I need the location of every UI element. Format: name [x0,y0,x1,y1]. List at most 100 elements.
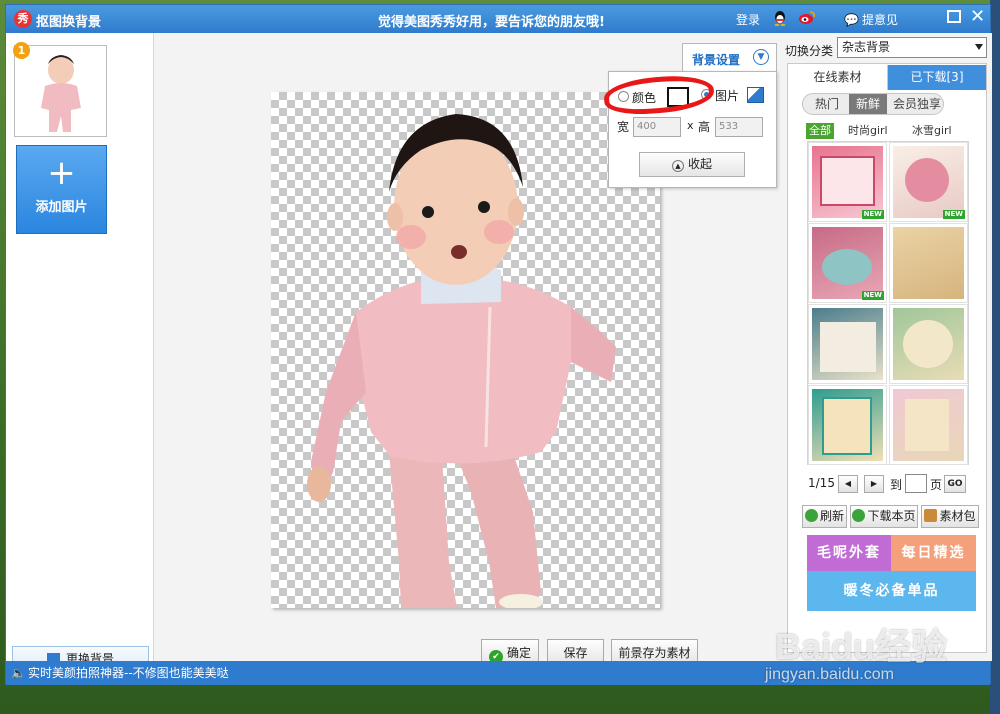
material-subtabs: 热门 新鲜 会员独享 [802,93,944,115]
page-unit-label: 页 [930,478,943,492]
filter-ice-girl[interactable]: 冰雪girl [912,123,952,139]
chevron-down-icon[interactable]: ▼ [753,49,769,65]
material-pack-label: 素材包 [939,509,976,523]
material-tile[interactable] [808,385,887,465]
feedback-button[interactable]: 💬 提意见 [844,11,898,28]
collapse-label: 收起 [687,157,712,171]
qq-icon[interactable] [773,10,787,30]
confirm-label: 确定 [506,646,531,660]
tile-preview [812,308,883,380]
promo-banner-daily[interactable]: 每日精选 [891,535,976,571]
tile-preview [893,389,964,461]
refresh-label: 刷新 [819,509,844,523]
baby-thumbnail-image [15,46,106,136]
goto-label: 到 [890,478,903,492]
refresh-button[interactable]: 刷新 [802,505,847,528]
image-thumbnail[interactable]: 1 [13,42,107,137]
editing-canvas[interactable] [271,92,660,608]
title-slogan: 觉得美图秀秀好用，要告诉您的朋友哦! [378,15,605,30]
material-tile[interactable] [889,304,968,384]
background-settings-title: 背景设置 [692,53,741,67]
image-label: 图片 [715,89,740,103]
app-logo-icon: 秀 [14,10,32,28]
subtab-members[interactable]: 会员独享 [891,94,943,114]
tile-preview [812,146,883,218]
new-badge: NEW [861,291,884,300]
tile-preview [893,308,964,380]
image-radio[interactable] [701,89,712,100]
promo-banner-coats[interactable]: 毛呢外套 [807,535,891,571]
cutout-baby-image [307,114,616,608]
new-badge: NEW [861,210,884,219]
thumbnail-index-badge: 1 [13,42,30,59]
height-label: 高 [698,120,711,134]
download-icon [852,509,866,522]
tile-preview [812,389,883,461]
material-grid: NEW NEW NEW [807,141,969,465]
close-icon[interactable]: ✕ [970,6,985,27]
material-panel: 切换分类 杂志背景 在线素材 已下载[3] 热门 新鲜 会员独享 全部 时尚gi… [782,33,992,661]
material-tile[interactable] [889,385,968,465]
background-settings-tab[interactable]: 背景设置 ▼ [682,43,777,73]
speech-bubble-icon: 💬 [844,13,859,27]
background-settings-panel: 颜色 图片 宽 400 x 高 533 ▲ 收起 [608,71,777,188]
material-tile[interactable] [889,223,968,303]
next-page-button[interactable]: ▶ [864,475,884,493]
go-button[interactable]: GO [944,475,966,493]
tile-frame [822,397,872,455]
cutout-background-window: 秀 抠图换背景 觉得美图秀秀好用，要告诉您的朋友哦! 登录 💬 提意见 ✕ 1 +… [5,4,992,685]
maximize-icon[interactable] [947,10,961,23]
material-tile[interactable] [808,304,887,384]
page-number-input[interactable] [905,474,927,493]
feedback-label: 提意见 [861,13,898,27]
download-page-label: 下载本页 [867,509,916,523]
choose-image-icon[interactable] [747,87,764,103]
tile-frame [905,399,949,451]
download-page-button[interactable]: 下载本页 [850,505,918,528]
category-value: 杂志背景 [842,40,891,54]
color-radio[interactable] [618,91,629,102]
dropdown-arrow-icon [975,44,983,50]
tile-art [822,249,872,285]
weibo-icon[interactable] [798,10,816,29]
tile-frame [903,320,953,368]
chevron-up-icon: ▲ [671,160,684,172]
subtab-hot[interactable]: 热门 [809,94,845,114]
color-swatch[interactable] [667,87,689,107]
plus-icon: + [47,153,76,193]
material-tile[interactable]: NEW [889,142,968,222]
collapse-button[interactable]: ▲ 收起 [639,152,745,177]
tile-preview [893,227,964,299]
material-tile[interactable]: NEW [808,223,887,303]
promo-banner-winter[interactable]: 暖冬必备单品 [807,571,976,611]
times-sign: x [687,119,694,132]
tab-online-materials[interactable]: 在线素材 [788,65,888,90]
subtab-fresh[interactable]: 新鲜 [849,94,887,114]
new-badge: NEW [942,210,965,219]
tile-frame [820,156,875,206]
tile-preview [893,146,964,218]
width-label: 宽 [617,120,630,134]
material-pack-button[interactable]: 素材包 [921,505,979,528]
add-image-label: 添加图片 [35,200,88,215]
tile-frame [820,322,876,372]
category-select[interactable]: 杂志背景 [837,37,987,58]
width-input[interactable]: 400 [633,117,681,137]
add-image-button[interactable]: + 添加图片 [16,145,107,234]
image-list-panel: 1 + 添加图片 更换背景 [6,33,154,672]
color-label: 颜色 [632,91,657,105]
tile-preview [812,227,883,299]
status-text[interactable]: 实时美颜拍照神器--不修图也能美美哒 [28,666,229,680]
title-bar: 秀 抠图换背景 觉得美图秀秀好用，要告诉您的朋友哦! 登录 💬 提意见 ✕ [6,5,990,33]
filter-fashion-girl[interactable]: 时尚girl [848,123,888,139]
window-title: 抠图换背景 [36,15,102,30]
height-input[interactable]: 533 [715,117,763,137]
filter-all[interactable]: 全部 [806,123,834,139]
prev-page-button[interactable]: ◀ [838,475,858,493]
tab-downloaded[interactable]: 已下载[3] [888,65,986,90]
tile-art [905,158,949,202]
speaker-icon: 🔈 [11,666,26,680]
refresh-icon [804,509,818,522]
login-link[interactable]: 登录 [736,11,760,28]
material-tile[interactable]: NEW [808,142,887,222]
